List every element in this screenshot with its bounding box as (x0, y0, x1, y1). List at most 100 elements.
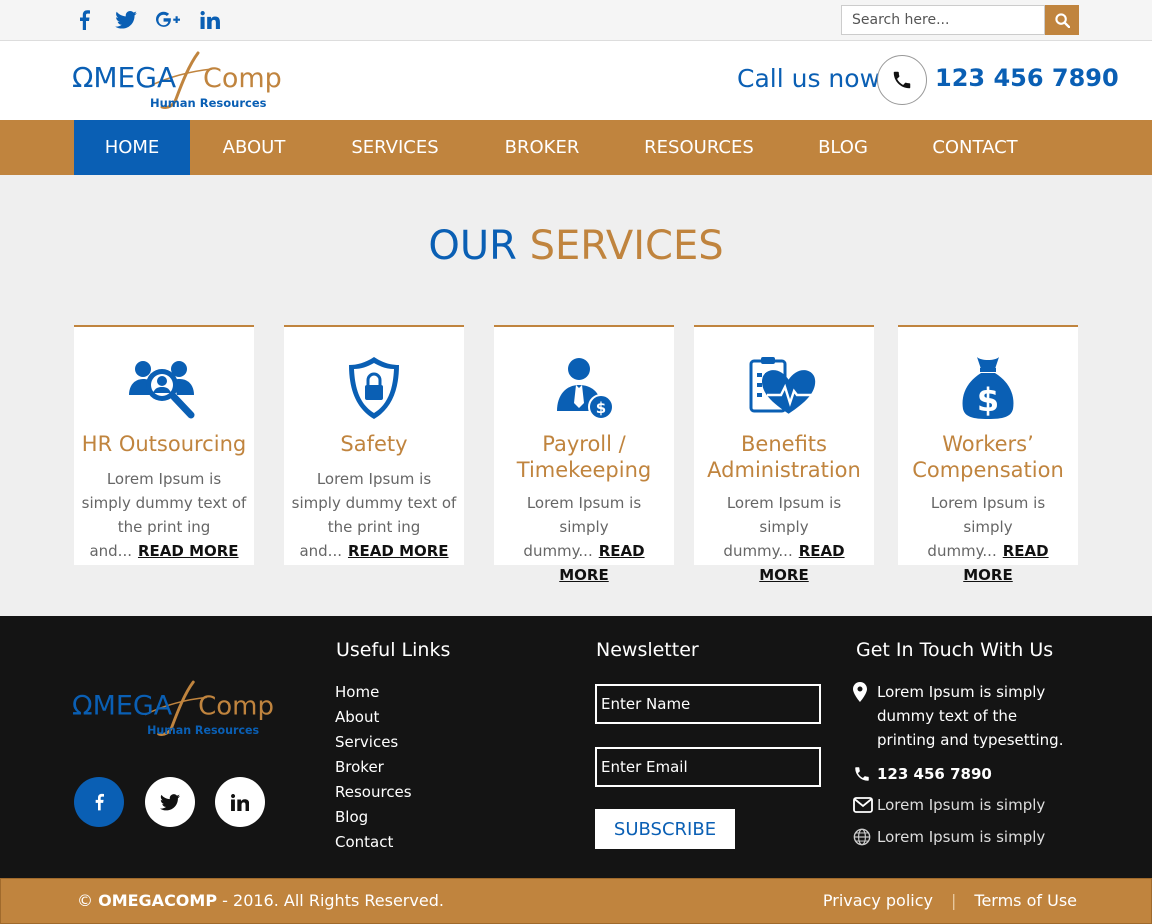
footer-facebook-button[interactable] (74, 777, 124, 827)
service-card-text: Lorem Ipsum is simply dummy text of the … (80, 467, 248, 563)
nav-resources[interactable]: RESOURCES (634, 120, 764, 175)
svg-text:$: $ (977, 381, 999, 419)
footer-logo-subtitle: Human Resources (147, 724, 259, 737)
phone-icon (853, 763, 877, 785)
main-nav: HOME ABOUT SERVICES BROKER RESOURCES BLO… (0, 120, 1152, 175)
search-button[interactable] (1045, 5, 1079, 35)
contact-phone-row: 123 456 7890 (853, 762, 992, 786)
services-heading-part1: OUR (428, 223, 517, 269)
copyright-rest: - 2016. All Rights Reserved. (222, 891, 444, 910)
search-bar (841, 5, 1079, 35)
useful-links-list: Home About Services Broker Resources Blo… (335, 682, 412, 857)
services-heading-part2: SERVICES (529, 223, 724, 269)
contact-heading: Get In Touch With Us (856, 639, 1054, 661)
search-input[interactable] (841, 5, 1045, 35)
service-card-title: Benefits Administration (707, 432, 861, 482)
footer-link-blog[interactable]: Blog (335, 807, 412, 832)
nav-about[interactable]: ABOUT (212, 120, 296, 175)
service-card-title: Safety (340, 432, 408, 456)
nav-services[interactable]: SERVICES (340, 120, 450, 175)
service-card-text: Lorem Ipsum is simply dummy... READ MORE (700, 491, 868, 587)
footer-twitter-button[interactable] (145, 777, 195, 827)
read-more-link[interactable]: READ MORE (138, 542, 239, 560)
service-card-safety: Safety Lorem Ipsum is simply dummy text … (284, 325, 464, 565)
logo-omega-text: ΩMEGA (72, 61, 176, 94)
facebook-icon[interactable] (72, 8, 96, 32)
services-section: OUR SERVICES HR Outsourcing Lorem Ipsum … (0, 175, 1152, 616)
newsletter-name-input[interactable] (595, 684, 821, 724)
nav-contact[interactable]: CONTACT (922, 120, 1028, 175)
footer-link-resources[interactable]: Resources (335, 782, 412, 807)
search-icon (1054, 12, 1070, 28)
twitter-icon (160, 793, 180, 810)
benefits-clipboard-icon (749, 357, 816, 414)
twitter-icon[interactable] (114, 8, 138, 32)
footer-link-about[interactable]: About (335, 707, 412, 732)
logo-comp-text: Comp (203, 63, 282, 94)
footer-logo[interactable]: ΩMEGA Comp Human Resources (72, 676, 278, 740)
top-social-links (72, 8, 222, 32)
legal-separator: | (951, 891, 957, 910)
service-card-text: Lorem Ipsum is simply dummy... READ MORE (904, 491, 1072, 587)
contact-phone[interactable]: 123 456 7890 (877, 762, 992, 786)
logo-subtitle: Human Resources (150, 96, 267, 110)
service-card-title: HR Outsourcing (81, 432, 247, 456)
facebook-icon (95, 793, 104, 811)
svg-text:$: $ (596, 399, 606, 417)
google-plus-icon[interactable] (156, 8, 180, 32)
money-bag-icon: $ (962, 357, 1014, 419)
contact-email[interactable]: Lorem Ipsum is simply (877, 793, 1045, 817)
services-heading: OUR SERVICES (0, 223, 1152, 269)
read-more-link[interactable]: READ MORE (348, 542, 449, 560)
omegacomp-logo[interactable]: ΩMEGA Comp Human Resources (72, 47, 286, 113)
phone-badge (877, 55, 927, 105)
site-footer: ΩMEGA Comp Human Resources Useful Links … (0, 616, 1152, 878)
privacy-policy-link[interactable]: Privacy policy (823, 891, 933, 910)
hr-search-icon (129, 361, 195, 419)
envelope-icon (853, 794, 877, 816)
newsletter-heading: Newsletter (596, 639, 699, 661)
service-card-title: Workers’ Compensation (912, 432, 1064, 482)
service-card-hr-outsourcing: HR Outsourcing Lorem Ipsum is simply dum… (74, 325, 254, 565)
footer-link-contact[interactable]: Contact (335, 832, 412, 857)
copyright-symbol: © (77, 891, 93, 910)
contact-email-row: Lorem Ipsum is simply (853, 793, 1045, 817)
header-phone-number[interactable]: 123 456 7890 (935, 64, 1119, 92)
contact-address: Lorem Ipsum is simply dummy text of the … (877, 683, 1064, 749)
linkedin-icon (231, 793, 249, 811)
service-card-workers-comp: $ Workers’ Compensation Lorem Ipsum is s… (898, 325, 1078, 584)
contact-address-row: Lorem Ipsum is simply dummy text of the … (853, 680, 1077, 752)
map-pin-icon (853, 681, 877, 703)
copyright-text: © OMEGACOMP - 2016. All Rights Reserved. (77, 891, 444, 910)
subscribe-button[interactable]: SUBSCRIBE (595, 809, 735, 849)
shield-lock-icon (349, 357, 399, 419)
payroll-person-icon: $ (557, 358, 614, 420)
service-card-payroll: $ Payroll / Timekeeping Lorem Ipsum is s… (494, 325, 674, 584)
linkedin-icon[interactable] (198, 8, 222, 32)
footer-linkedin-button[interactable] (215, 777, 265, 827)
legal-links: Privacy policy | Terms of Use (823, 891, 1077, 910)
phone-icon (893, 71, 911, 89)
useful-links-heading: Useful Links (336, 639, 451, 661)
nav-blog[interactable]: BLOG (808, 120, 878, 175)
footer-link-services[interactable]: Services (335, 732, 412, 757)
service-card-text: Lorem Ipsum is simply dummy... READ MORE (500, 491, 668, 587)
footer-logo-omega-text: ΩMEGA (72, 691, 173, 722)
site-header: ΩMEGA Comp Human Resources Call us now 1… (0, 41, 1152, 120)
service-card-title: Payroll / Timekeeping (516, 432, 652, 482)
copyright-brand: OMEGACOMP (98, 891, 218, 910)
footer-link-home[interactable]: Home (335, 682, 412, 707)
nav-home[interactable]: HOME (74, 120, 190, 175)
copyright-bar: © OMEGACOMP - 2016. All Rights Reserved.… (0, 878, 1152, 924)
terms-of-use-link[interactable]: Terms of Use (974, 891, 1077, 910)
call-us-label: Call us now (737, 64, 881, 93)
globe-icon (853, 826, 877, 848)
newsletter-email-input[interactable] (595, 747, 821, 787)
footer-link-broker[interactable]: Broker (335, 757, 412, 782)
nav-broker[interactable]: BROKER (494, 120, 590, 175)
service-card-benefits: Benefits Administration Lorem Ipsum is s… (694, 325, 874, 584)
service-card-text: Lorem Ipsum is simply dummy text of the … (290, 467, 458, 563)
top-bar (0, 0, 1152, 41)
contact-web-row: Lorem Ipsum is simply (853, 825, 1045, 849)
contact-website[interactable]: Lorem Ipsum is simply (877, 825, 1045, 849)
